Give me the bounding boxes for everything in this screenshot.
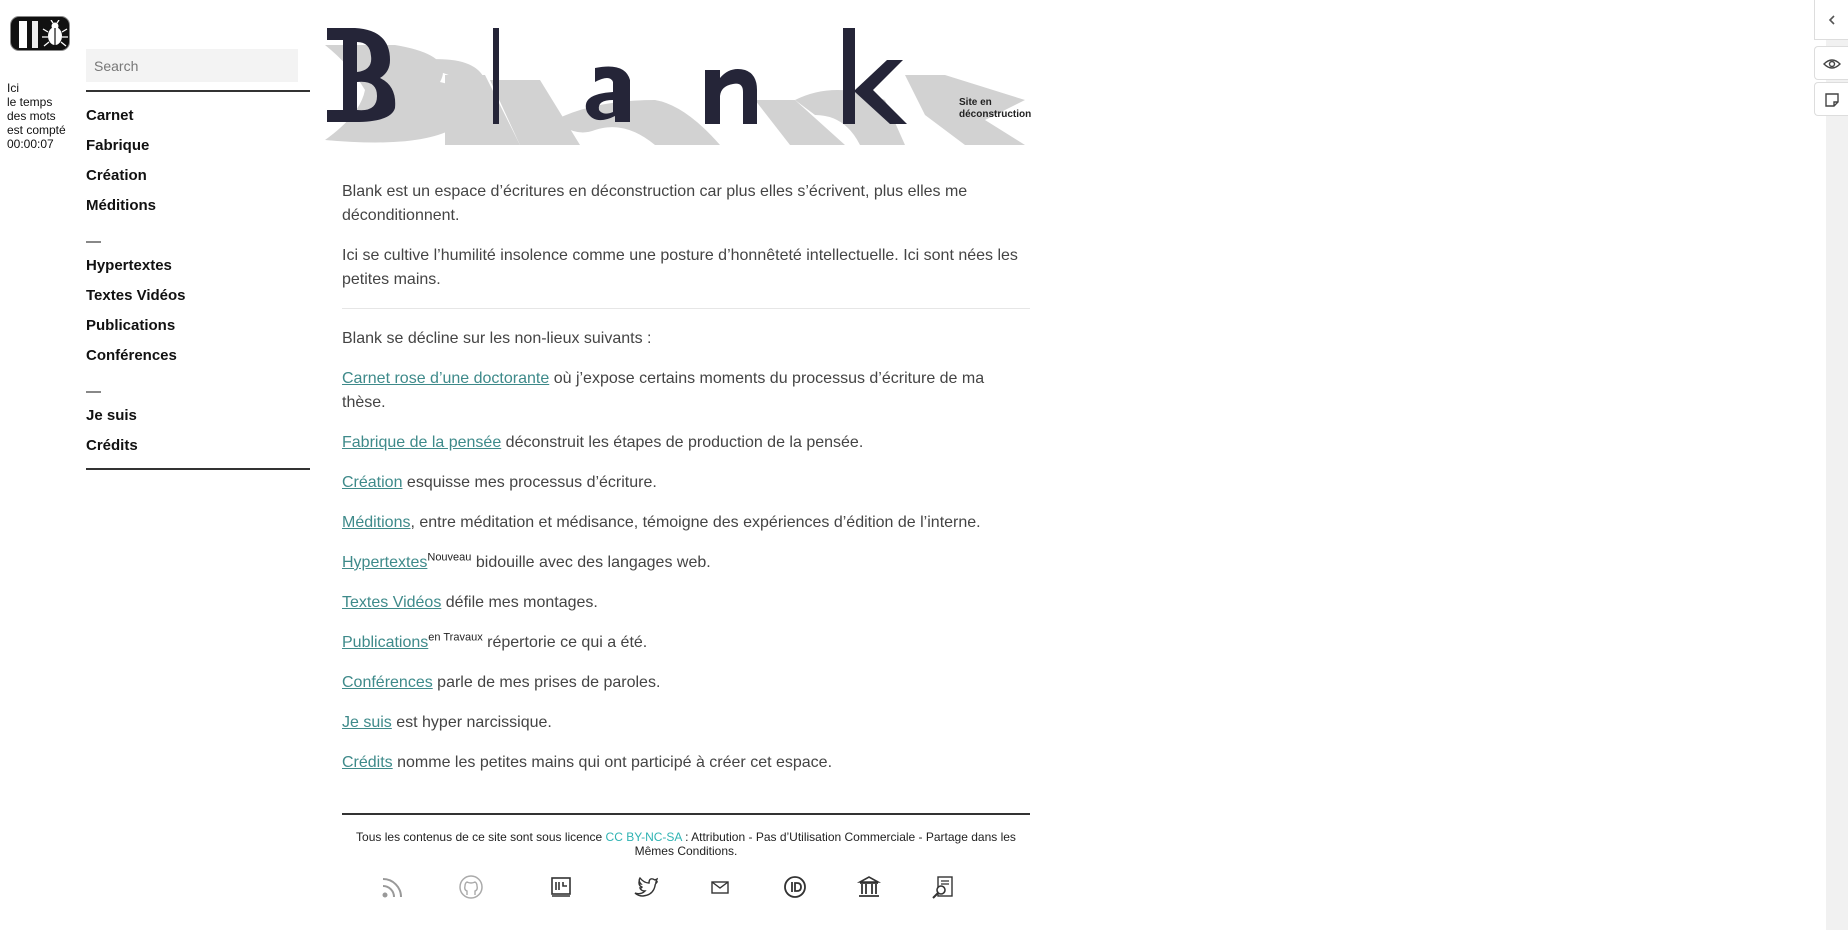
- entry-text: nomme les petites mains qui ont particip…: [392, 754, 833, 771]
- entry-text: est hyper narcissique.: [391, 714, 552, 731]
- license-prefix: Tous les contenus de ce site sont sous l…: [356, 830, 606, 844]
- entry-text: parle de mes prises de paroles.: [432, 674, 661, 691]
- intro-paragraph: Blank est un espace d’écritures en décon…: [342, 183, 968, 224]
- entry-credits: Crédits nomme les petites mains qui ont …: [342, 751, 1030, 775]
- link-hypertextes[interactable]: Hypertextes: [342, 554, 427, 571]
- search-input[interactable]: [86, 49, 298, 82]
- subtitle-line: déconstruction: [959, 109, 1032, 120]
- entry-creation: Création esquisse mes processus d’écritu…: [342, 471, 1030, 495]
- link-fabrique[interactable]: Fabrique de la pensée: [342, 434, 501, 451]
- timer-line: Ici: [7, 81, 19, 95]
- note-icon: [1825, 93, 1839, 107]
- nav-item-creation[interactable]: Création: [86, 161, 310, 191]
- nav-item-publications[interactable]: Publications: [86, 311, 310, 341]
- entry-fabrique: Fabrique de la pensée déconstruit les ét…: [342, 431, 1030, 455]
- logo-bar-mid: [32, 21, 38, 48]
- entry-text: déconstruit les étapes de production de …: [501, 434, 864, 451]
- entry-publications: Publicationsen Travaux répertorie ce qui…: [342, 631, 1030, 655]
- nav-item-credits[interactable]: Crédits: [86, 431, 310, 461]
- collapse-panel-button[interactable]: [1814, 0, 1848, 40]
- nav-item-meditions[interactable]: Méditions: [86, 191, 310, 221]
- link-conferences[interactable]: Conférences: [342, 674, 433, 691]
- entry-je-suis: Je suis est hyper narcissique.: [342, 711, 1030, 735]
- main-content: Blank est un espace d’écritures en décon…: [342, 180, 1030, 791]
- research-search-icon[interactable]: [930, 874, 956, 900]
- link-publications[interactable]: Publications: [342, 634, 428, 651]
- nav-item-carnet[interactable]: Carnet: [86, 101, 310, 131]
- side-rail: [1826, 0, 1848, 930]
- title-shadow: [325, 45, 1025, 145]
- social-icons: [342, 874, 1030, 904]
- link-meditions[interactable]: Méditions: [342, 514, 410, 531]
- entry-text: , entre méditation et médisance, témoign…: [410, 514, 981, 531]
- entry-carnet: Carnet rose d’une doctorante où j’expose…: [342, 367, 1030, 415]
- nav-item-conferences[interactable]: Conférences: [86, 341, 310, 371]
- nav-item-fabrique[interactable]: Fabrique: [86, 131, 310, 161]
- site-logo[interactable]: [10, 16, 70, 51]
- footer: Tous les contenus de ce site sont sous l…: [342, 813, 1030, 858]
- nav-separator: —: [86, 233, 101, 250]
- sidebar-divider: [86, 468, 310, 470]
- nav-item-textes-videos[interactable]: Textes Vidéos: [86, 281, 310, 311]
- chevron-left-icon: [1828, 15, 1835, 25]
- rss-icon[interactable]: [380, 874, 406, 900]
- hal-icon[interactable]: [548, 874, 574, 900]
- timer-line: des mots: [7, 109, 56, 123]
- beetle-icon: [42, 20, 68, 47]
- logo-bar-left: [19, 21, 27, 48]
- site-title[interactable]: [325, 20, 1045, 155]
- timer-line: le temps: [7, 95, 53, 109]
- intro-paragraph: Ici se cultive l’humilité insolence comm…: [342, 247, 1018, 288]
- new-badge: Nouveau: [427, 551, 472, 564]
- entry-text: répertorie ce qui a été.: [482, 634, 648, 651]
- annotation-button[interactable]: [1814, 82, 1848, 116]
- github-icon[interactable]: [458, 874, 484, 900]
- link-carnet[interactable]: Carnet rose d’une doctorante: [342, 370, 549, 387]
- entry-text: esquisse mes processus d’écriture.: [402, 474, 657, 491]
- visibility-button[interactable]: [1814, 46, 1848, 80]
- link-credits[interactable]: Crédits: [342, 754, 393, 771]
- link-creation[interactable]: Création: [342, 474, 402, 491]
- subtitle-line: Site en: [959, 97, 992, 108]
- content-divider: [342, 308, 1030, 309]
- title-graphic: [325, 28, 1025, 145]
- license-link[interactable]: CC BY-NC-SA: [606, 830, 682, 844]
- nav-item-hypertextes[interactable]: Hypertextes: [86, 251, 310, 281]
- eye-icon: [1823, 59, 1841, 69]
- license-suffix: : Attribution - Pas d’Utilisation Commer…: [634, 830, 1016, 858]
- entry-text: défile mes montages.: [441, 594, 598, 611]
- entry-textes-videos: Textes Vidéos défile mes montages.: [342, 591, 1030, 615]
- list-intro: Blank se décline sur les non-lieux suiva…: [342, 330, 652, 347]
- nav-separator: —: [86, 383, 101, 400]
- site-subtitle: Site en déconstruction: [959, 97, 1049, 121]
- sidebar: Carnet Fabrique Création Méditions — Hyp…: [86, 49, 310, 470]
- link-je-suis[interactable]: Je suis: [342, 714, 392, 731]
- sidebar-nav: Carnet Fabrique Création Méditions — Hyp…: [86, 92, 310, 461]
- entry-hypertextes: HypertextesNouveau bidouille avec des la…: [342, 551, 1030, 575]
- institution-icon[interactable]: [856, 874, 882, 900]
- timer-value: 00:00:07: [7, 137, 54, 151]
- entry-text: bidouille avec des langages web.: [471, 554, 711, 571]
- link-textes-videos[interactable]: Textes Vidéos: [342, 594, 441, 611]
- entry-meditions: Méditions, entre méditation et médisance…: [342, 511, 1030, 535]
- word-timer: Ici le temps des mots est compté 00:00:0…: [7, 81, 75, 151]
- timer-line: est compté: [7, 123, 66, 137]
- nav-item-je-suis[interactable]: Je suis: [86, 401, 310, 431]
- mail-icon[interactable]: [707, 874, 733, 900]
- orcid-icon[interactable]: [782, 874, 808, 900]
- twitter-icon[interactable]: [632, 874, 659, 900]
- in-progress-badge: en Travaux: [428, 631, 483, 644]
- entry-conferences: Conférences parle de mes prises de parol…: [342, 671, 1030, 695]
